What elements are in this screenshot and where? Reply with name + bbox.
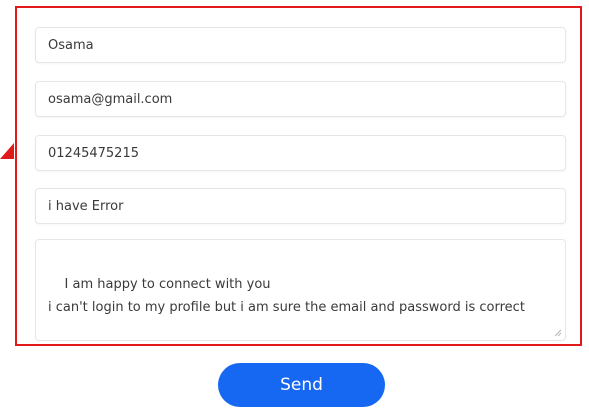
email-field[interactable]: osama@gmail.com — [35, 81, 566, 117]
message-textarea[interactable]: I am happy to connect with you i can't l… — [35, 239, 566, 341]
name-field-value: Osama — [48, 37, 94, 53]
contact-form-page: Osama osama@gmail.com 01245475215 i have… — [0, 0, 589, 408]
subject-field[interactable]: i have Error — [35, 188, 566, 224]
send-button[interactable]: Send — [218, 363, 385, 407]
textarea-resize-grip-icon[interactable] — [554, 329, 562, 337]
red-arrow-pointer-icon — [0, 143, 14, 159]
name-field[interactable]: Osama — [35, 27, 566, 63]
email-field-value: osama@gmail.com — [48, 91, 173, 107]
subject-field-value: i have Error — [48, 198, 124, 214]
message-textarea-value: I am happy to connect with you i can't l… — [48, 277, 525, 315]
phone-field[interactable]: 01245475215 — [35, 135, 566, 171]
phone-field-value: 01245475215 — [48, 145, 139, 161]
